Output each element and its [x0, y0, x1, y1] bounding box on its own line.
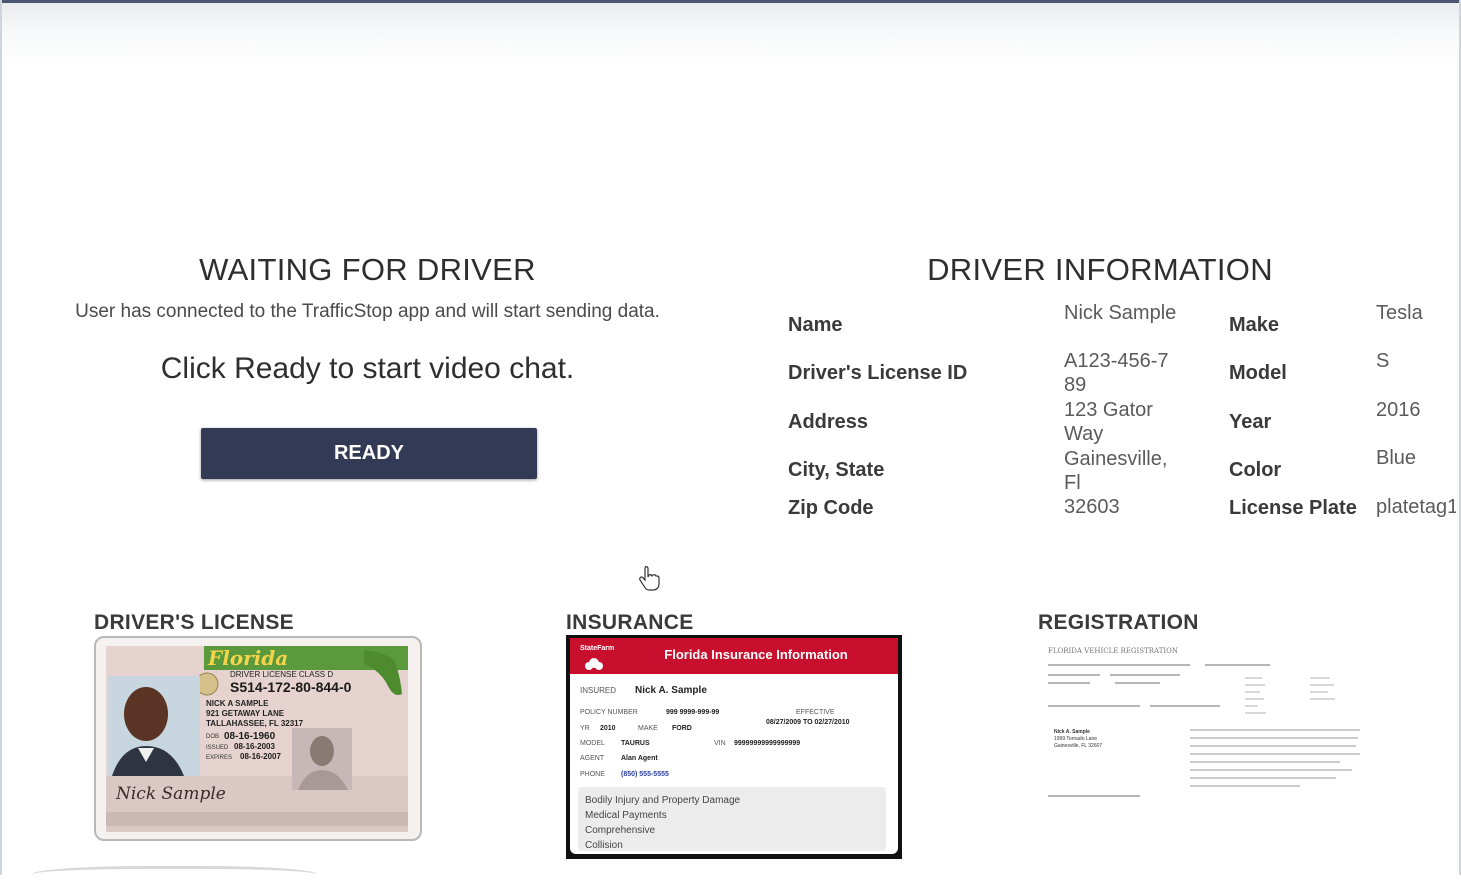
make-value: Tesla	[1376, 302, 1423, 324]
year-value: 2016	[1376, 399, 1421, 421]
insurance-vin: 99999999999999999	[734, 740, 800, 747]
svg-text:INSURED: INSURED	[580, 686, 616, 695]
insurance-heading: INSURANCE	[566, 611, 694, 634]
browser-top-bar	[0, 0, 1461, 63]
address-label: Address	[788, 411, 869, 433]
insurance-model: TAURUS	[621, 740, 650, 747]
drivers-license-image[interactable]: Florida DRIVER LICENSE CLASS D S514-172-…	[94, 636, 424, 842]
model-label: Model	[1229, 362, 1287, 384]
model-value: S	[1376, 350, 1390, 372]
svg-text:MODEL: MODEL	[580, 740, 605, 747]
window-left-edge	[0, 0, 2, 875]
hand-cursor-icon	[639, 566, 660, 591]
insurance-agent: Alan Agent	[621, 755, 658, 762]
address-value: 123 Gator Way	[1064, 399, 1153, 445]
waiting-subtitle: User has connected to the TrafficStop ap…	[75, 301, 660, 322]
svg-text:AGENT: AGENT	[580, 755, 605, 762]
name-label: Name	[788, 314, 843, 336]
driver-info-title: DRIVER INFORMATION	[927, 252, 1273, 287]
coverage-item: Collision	[585, 840, 623, 851]
license-signature: Nick Sample	[115, 784, 226, 804]
insurance-insured: Nick A. Sample	[635, 685, 707, 696]
svg-text:DOB: DOB	[206, 734, 219, 740]
insurance-phone: (850) 555-5555	[621, 771, 669, 778]
registration-street: 1999 Tornado Lane	[1054, 736, 1097, 742]
zip-label: Zip Code	[788, 497, 874, 519]
svg-text:EFFECTIVE: EFFECTIVE	[796, 709, 835, 716]
insurance-make: FORD	[672, 725, 692, 732]
insurance-year: 2010	[600, 725, 616, 732]
coverage-item: Medical Payments	[585, 810, 667, 821]
svg-text:MAKE: MAKE	[638, 725, 658, 732]
registration-owner: Nick A. Sample	[1054, 729, 1090, 735]
license-city: TALLAHASSEE, FL 32317	[206, 719, 304, 728]
registration-heading: REGISTRATION	[1038, 611, 1199, 634]
color-value: Blue	[1376, 447, 1417, 469]
waiting-instruction: Click Ready to start video chat.	[160, 352, 575, 385]
license-issued: 08-16-2003	[234, 742, 275, 751]
name-value: Nick Sample	[1064, 302, 1177, 324]
registration-image[interactable]: FLORIDA VEHICLE REGISTRATION Nick A. Sam…	[1040, 638, 1362, 804]
license-street: 921 GETAWAY LANE	[206, 709, 285, 718]
city-state-label: City, State	[788, 459, 885, 481]
zip-value: 32603	[1064, 496, 1120, 518]
city-state-value: Gainesville, Fl	[1064, 448, 1168, 494]
license-name: NICK A SAMPLE	[206, 699, 269, 708]
license-state: Florida	[207, 646, 288, 670]
license-expires: 08-16-2007	[240, 752, 281, 761]
svg-text:PHONE: PHONE	[580, 771, 605, 778]
license-id-label: Driver's License ID	[788, 362, 968, 384]
registration-city: Gainesville, FL 32607	[1054, 743, 1102, 749]
svg-text:ISSUED: ISSUED	[206, 745, 229, 751]
insurance-brand: StateFarm	[580, 645, 614, 652]
make-label: Make	[1229, 314, 1280, 336]
year-label: Year	[1229, 411, 1272, 433]
license-class: DRIVER LICENSE CLASS D	[230, 670, 333, 679]
svg-text:VIN: VIN	[714, 740, 726, 747]
license-plate-label: License Plate	[1229, 497, 1357, 519]
coverage-item: Comprehensive	[585, 825, 655, 836]
svg-text:YR: YR	[580, 725, 590, 732]
license-plate-value: platetag1	[1376, 496, 1456, 518]
insurance-policy: 999 9999-999-99	[666, 709, 719, 716]
waiting-title: WAITING FOR DRIVER	[199, 252, 536, 287]
registration-heading-text: FLORIDA VEHICLE REGISTRATION	[1048, 647, 1178, 655]
page-footer-fragment	[32, 866, 317, 887]
license-number: S514-172-80-844-0	[230, 679, 352, 695]
insurance-card-image[interactable]: StateFarm Florida Insurance Information …	[566, 635, 902, 859]
coverage-item: Bodily Injury and Property Damage	[585, 795, 741, 806]
ready-button[interactable]: READY	[201, 428, 537, 479]
license-id-value: A123-456-789	[1064, 350, 1169, 396]
svg-text:POLICY NUMBER: POLICY NUMBER	[580, 709, 638, 716]
drivers-license-heading: DRIVER'S LICENSE	[94, 611, 294, 634]
svg-text:EXPIRES: EXPIRES	[206, 755, 232, 761]
insurance-header: Florida Insurance Information	[664, 647, 848, 662]
license-dob: 08-16-1960	[224, 731, 276, 742]
color-label: Color	[1229, 459, 1282, 481]
insurance-effective: 08/27/2009 TO 02/27/2010	[766, 719, 850, 726]
